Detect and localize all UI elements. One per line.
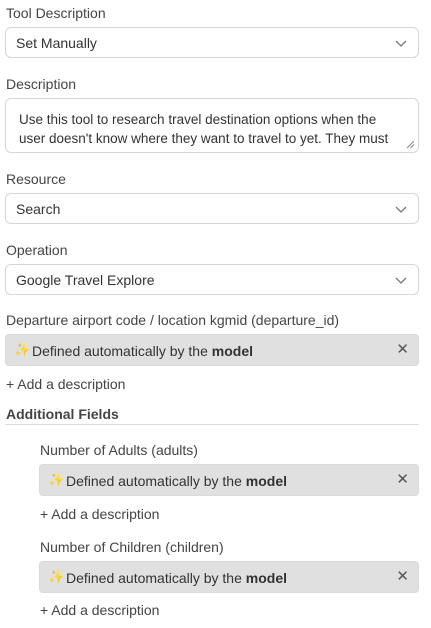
- chevron-down-icon: [395, 277, 407, 284]
- resource-select[interactable]: Search: [5, 193, 419, 224]
- description-text: Use this tool to research travel destina…: [19, 112, 393, 152]
- resource-value: Search: [16, 201, 61, 217]
- auto-defined-text: Defined automatically by the model: [66, 473, 287, 489]
- divider: [5, 424, 419, 425]
- sparkle-icon: ✨: [14, 342, 31, 357]
- resource-label: Resource: [6, 171, 66, 187]
- resize-handle-icon[interactable]: [406, 140, 415, 149]
- additional-fields-title: Additional Fields: [6, 406, 119, 422]
- children-auto-field[interactable]: ✨ Defined automatically by the model ✕: [39, 561, 419, 593]
- adults-auto-field[interactable]: ✨ Defined automatically by the model ✕: [39, 464, 419, 496]
- description-textarea[interactable]: Use this tool to research travel destina…: [5, 98, 419, 153]
- operation-value: Google Travel Explore: [16, 272, 155, 288]
- close-icon[interactable]: ✕: [396, 472, 409, 488]
- sparkle-icon: ✨: [48, 472, 65, 487]
- tool-description-value: Set Manually: [16, 35, 97, 51]
- close-icon[interactable]: ✕: [396, 342, 409, 358]
- chevron-down-icon: [395, 206, 407, 213]
- description-label: Description: [6, 76, 77, 92]
- adults-label: Number of Adults (adults): [40, 442, 198, 458]
- tool-description-select[interactable]: Set Manually: [5, 27, 419, 58]
- children-label: Number of Children (children): [40, 539, 224, 555]
- sparkle-icon: ✨: [48, 569, 65, 584]
- add-description-link[interactable]: + Add a description: [40, 506, 159, 522]
- auto-defined-text: Defined automatically by the model: [32, 343, 253, 359]
- auto-defined-text: Defined automatically by the model: [66, 570, 287, 586]
- tool-description-label: Tool Description: [6, 5, 106, 21]
- add-description-link[interactable]: + Add a description: [40, 602, 159, 618]
- close-icon[interactable]: ✕: [396, 569, 409, 585]
- departure-label: Departure airport code / location kgmid …: [6, 312, 340, 328]
- operation-select[interactable]: Google Travel Explore: [5, 264, 419, 295]
- add-description-link[interactable]: + Add a description: [6, 376, 125, 392]
- chevron-down-icon: [395, 40, 407, 47]
- departure-auto-field[interactable]: ✨ Defined automatically by the model ✕: [5, 334, 419, 366]
- operation-label: Operation: [6, 242, 68, 258]
